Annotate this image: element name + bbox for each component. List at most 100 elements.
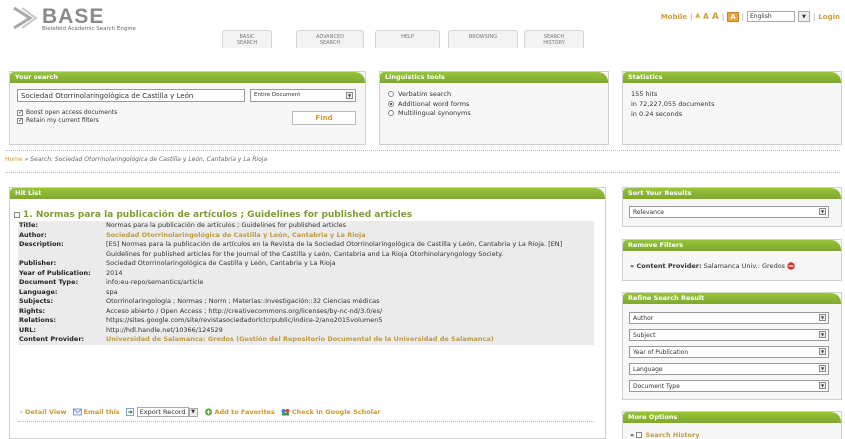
export-record-control[interactable]: Export Record ▼: [125, 407, 198, 417]
font-small-link[interactable]: A: [695, 13, 700, 20]
separator: |: [741, 12, 744, 21]
tab-label: HELP: [401, 34, 414, 40]
select-label: Author: [633, 315, 654, 322]
record-actions: › Detail View Email this Export Record ▼ …: [20, 407, 381, 417]
record-checkbox[interactable]: [14, 211, 20, 218]
option-synonyms[interactable]: Multilingual synonyms: [388, 109, 471, 119]
find-button[interactable]: Find: [292, 111, 356, 125]
option-label: Verbatim search: [398, 90, 452, 98]
search-history-link[interactable]: » Search History: [630, 431, 699, 439]
refine-year-select[interactable]: Year of Publication ▼: [629, 346, 829, 358]
option-verbatim[interactable]: Verbatim search: [388, 90, 471, 100]
field-label: Relations:: [19, 316, 56, 324]
tab-label: SEARCH: [236, 40, 258, 46]
query-time: in 0.24 seconds: [631, 110, 683, 118]
tab-advanced-search[interactable]: ADVANCED SEARCH: [296, 30, 364, 48]
record-fields: Title: Normas para la publicación de artí…: [18, 221, 594, 345]
more-options-panel: More Options » Search History: [622, 411, 842, 439]
contrast-toggle[interactable]: A: [727, 11, 739, 22]
breadcrumb-home[interactable]: Home: [5, 156, 23, 163]
remove-filters-panel: Remove Filters » Content Provider: Salam…: [622, 239, 842, 281]
login-link[interactable]: Login: [818, 13, 840, 21]
radio-synonyms[interactable]: [388, 110, 394, 116]
hitlist-title: Hit List: [10, 188, 605, 199]
field-row: Relations: https://sites.google.com/site/…: [18, 316, 594, 326]
radio-word-forms[interactable]: [388, 100, 394, 107]
font-medium-link[interactable]: A: [703, 12, 709, 21]
field-label: Description:: [19, 240, 64, 248]
option-word-forms[interactable]: Additional word forms: [388, 100, 471, 110]
retain-option[interactable]: Retain my current filters: [17, 117, 99, 124]
add-favorites-link[interactable]: Add to Favorites: [204, 408, 275, 416]
radio-verbatim[interactable]: [388, 91, 394, 97]
history-icon: [636, 432, 643, 438]
search-history-label: Search History: [645, 431, 700, 439]
export-record-select[interactable]: Export Record: [136, 407, 189, 417]
sort-select-value: Relevance: [633, 209, 664, 216]
divider: [5, 150, 840, 151]
search-input[interactable]: Sociedad Otorrinolaringológica de Castil…: [17, 89, 245, 102]
boost-option[interactable]: Boost open access documents: [17, 109, 117, 116]
more-options-title: More Options: [623, 412, 841, 423]
detail-view-link[interactable]: › Detail View: [20, 408, 67, 416]
tab-basic-search[interactable]: BASIC SEARCH: [222, 30, 272, 48]
retain-label: Retain my current filters: [26, 117, 99, 124]
field-value: Acceso abierto / Open Access ; http://cr…: [106, 306, 383, 315]
statistics-text: 155 hits in 72,227,055 documents in 0.24…: [631, 89, 714, 119]
author-link[interactable]: Sociedad Otorrinolaringológica de Castil…: [106, 231, 594, 241]
add-favorites-label: Add to Favorites: [214, 408, 275, 416]
chevron-down-icon: ▼: [819, 331, 826, 338]
select-label: Language: [633, 366, 663, 373]
chevron-down-icon: ▼: [819, 348, 826, 355]
mobile-link[interactable]: Mobile: [661, 13, 687, 21]
scope-select-value: Entire Document: [254, 92, 301, 98]
email-link[interactable]: Email this: [72, 408, 120, 416]
sort-select[interactable]: Relevance ▼: [629, 206, 829, 218]
chevron-right-icon: ›: [20, 408, 23, 416]
tab-help[interactable]: HELP: [375, 30, 440, 48]
divider: [5, 172, 840, 173]
tab-search-history[interactable]: SEARCH HISTORY: [524, 30, 584, 48]
field-value: Normas para la publicación de artículos …: [106, 221, 347, 229]
sort-panel: Sort Your Results Relevance ▼: [622, 187, 842, 227]
linguistics-panel-title: Linguistics tools: [380, 72, 608, 83]
boost-checkbox[interactable]: [17, 109, 23, 116]
base-logo-icon: [13, 6, 38, 30]
refine-doctype-select[interactable]: Document Type ▼: [629, 380, 829, 392]
field-label: Content Provider:: [19, 335, 85, 343]
chevron-down-icon[interactable]: ▼: [797, 11, 810, 22]
refine-author-select[interactable]: Author ▼: [629, 312, 829, 324]
field-row: Content Provider: Universidad de Salamanc…: [18, 335, 594, 345]
linguistics-options: Verbatim search Additional word forms Mu…: [388, 90, 471, 119]
scope-select[interactable]: Entire Document ▼: [250, 89, 356, 102]
option-label: Additional word forms: [398, 99, 470, 108]
remove-filters-title: Remove Filters: [623, 240, 841, 251]
active-filter: » Content Provider: Salamanca Univ.: Gre…: [630, 262, 795, 270]
field-value: info:eu-repo/semantics/article: [106, 278, 204, 286]
field-value: Sociedad Otorrinolaringológica de Castil…: [106, 259, 336, 267]
google-scholar-link[interactable]: Check in Google Scholar: [281, 408, 381, 416]
tab-browsing[interactable]: BROWSING: [448, 30, 518, 48]
record-heading[interactable]: 1. Normas para la publicación de artícul…: [23, 210, 412, 220]
field-label: Publisher:: [19, 259, 57, 267]
field-row: Description: [ES] Normas para la publicac…: [18, 240, 594, 259]
field-row: Author: Sociedad Otorrinolaringológica de…: [18, 231, 594, 241]
refine-language-select[interactable]: Language ▼: [629, 363, 829, 375]
field-value: spa: [106, 287, 118, 296]
refine-subject-select[interactable]: Subject ▼: [629, 329, 829, 341]
url-link[interactable]: http://hdl.handle.net/10366/124529: [106, 326, 594, 336]
chevron-down-icon: ▼: [346, 92, 353, 99]
field-row: Title: Normas para la publicación de artí…: [18, 221, 594, 231]
logo-subtitle: Bielefeld Academic Search Engine: [42, 26, 136, 32]
remove-filter-icon[interactable]: [787, 262, 795, 270]
field-row: Rights: Acceso abierto / Open Access ; ht…: [18, 307, 594, 317]
chevron-down-icon[interactable]: ▼: [188, 407, 198, 417]
language-select[interactable]: English: [746, 11, 795, 22]
retain-checkbox[interactable]: [17, 117, 23, 124]
content-provider-link[interactable]: Universidad de Salamanca: Gredos (Gestió…: [106, 335, 594, 345]
record-title[interactable]: 1. Normas para la publicación de artícul…: [14, 210, 412, 220]
divider: [18, 421, 594, 422]
font-large-link[interactable]: A: [712, 12, 719, 22]
relations-link[interactable]: https://sites.google.com/site/revistasoc…: [106, 316, 594, 326]
select-label: Subject: [633, 332, 656, 339]
